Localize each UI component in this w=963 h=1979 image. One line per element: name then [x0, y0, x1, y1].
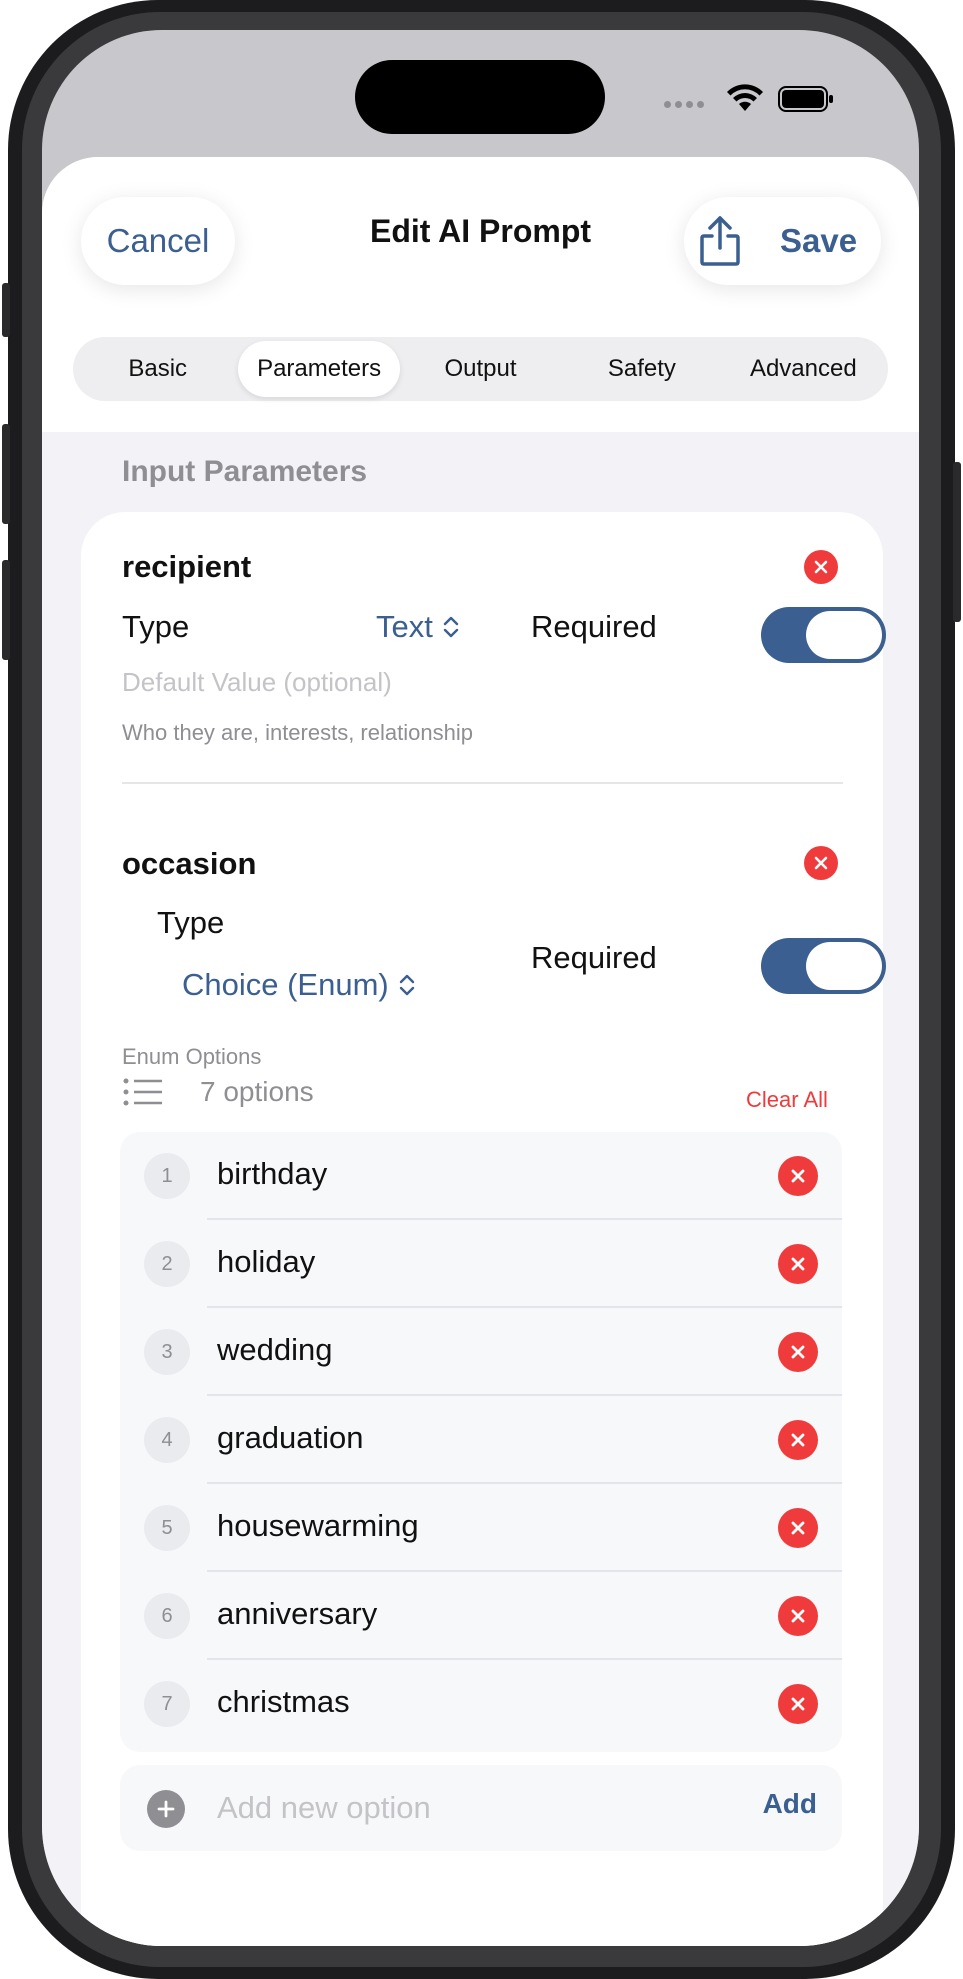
list-item: 7 christmas [120, 1660, 842, 1748]
option-value[interactable]: anniversary [217, 1596, 377, 1632]
enum-options-label: Enum Options [122, 1044, 262, 1069]
close-icon [814, 560, 828, 574]
battery-icon [778, 86, 833, 112]
cellular-signal-icon [664, 101, 704, 108]
wifi-icon [727, 84, 763, 111]
volume-down-button [2, 560, 10, 660]
list-icon [123, 1078, 162, 1106]
option-number: 7 [144, 1681, 190, 1727]
list-item: 1 birthday [120, 1132, 842, 1220]
share-icon[interactable] [698, 214, 742, 268]
param-name[interactable]: recipient [122, 549, 251, 585]
required-label: Required [531, 940, 657, 975]
delete-option-button[interactable] [778, 1156, 818, 1196]
close-icon [791, 1169, 805, 1183]
option-value[interactable]: housewarming [217, 1508, 419, 1544]
option-number: 4 [144, 1417, 190, 1463]
toggle-knob [806, 611, 882, 659]
clear-all-button[interactable]: Clear All [746, 1087, 828, 1113]
list-item: 6 anniversary [120, 1572, 842, 1660]
add-option-row: Add [120, 1765, 842, 1851]
options-count: 7 options [200, 1076, 314, 1107]
option-value[interactable]: holiday [217, 1244, 315, 1280]
chevron-up-down-icon [443, 616, 459, 638]
close-icon [791, 1433, 805, 1447]
divider [122, 782, 843, 784]
section-tabs: Basic Parameters Output Safety Advanced [73, 337, 888, 401]
param-name[interactable]: occasion [122, 846, 256, 882]
type-label: Type [122, 609, 190, 644]
toggle-knob [806, 942, 882, 990]
type-picker[interactable]: Choice (Enum) [182, 967, 415, 1003]
option-number: 5 [144, 1505, 190, 1551]
type-label: Type [157, 905, 225, 940]
option-value[interactable]: wedding [217, 1332, 332, 1368]
parameters-card: recipient Type Text Required Default Val… [81, 512, 886, 1946]
section-header: Input Parameters [122, 455, 368, 488]
delete-param-button[interactable] [804, 846, 838, 880]
list-item: 3 wedding [120, 1308, 842, 1396]
action-button [2, 283, 10, 337]
type-value: Text [376, 609, 433, 644]
edit-prompt-sheet: Cancel Edit AI Prompt Save Basic Paramet… [42, 157, 919, 1946]
option-number: 3 [144, 1329, 190, 1375]
tab-advanced[interactable]: Advanced [723, 341, 884, 397]
chevron-up-down-icon [399, 974, 414, 996]
sheet-header: Cancel Edit AI Prompt Save Basic Paramet… [42, 157, 919, 432]
screen: Cancel Edit AI Prompt Save Basic Paramet… [42, 30, 919, 1946]
close-icon [814, 856, 828, 870]
plus-icon [147, 1790, 185, 1828]
required-label: Required [531, 609, 657, 644]
volume-up-button [2, 424, 10, 524]
tab-safety[interactable]: Safety [561, 341, 722, 397]
list-item: 5 housewarming [120, 1484, 842, 1572]
delete-option-button[interactable] [778, 1508, 818, 1548]
option-number: 2 [144, 1241, 190, 1287]
tab-parameters[interactable]: Parameters [238, 341, 400, 397]
close-icon [791, 1697, 805, 1711]
close-icon [791, 1257, 805, 1271]
tab-basic[interactable]: Basic [77, 341, 238, 397]
list-item: 4 graduation [120, 1396, 842, 1484]
close-icon [791, 1521, 805, 1535]
tab-output[interactable]: Output [400, 341, 561, 397]
power-button [953, 462, 961, 622]
save-button[interactable]: Save [780, 222, 857, 260]
type-picker[interactable]: Text [376, 609, 459, 645]
delete-option-button[interactable] [778, 1684, 818, 1724]
enum-options-list: 1 birthday 2 holiday 3 wedding 4 graduat… [120, 1132, 842, 1752]
delete-option-button[interactable] [778, 1420, 818, 1460]
option-number: 1 [144, 1153, 190, 1199]
param-description[interactable]: Who they are, interests, relationship [122, 720, 473, 746]
close-icon [791, 1609, 805, 1623]
option-number: 6 [144, 1593, 190, 1639]
option-value[interactable]: birthday [217, 1156, 327, 1192]
delete-option-button[interactable] [778, 1244, 818, 1284]
add-option-button[interactable]: Add [763, 1788, 817, 1820]
close-icon [791, 1345, 805, 1359]
default-value-field[interactable]: Default Value (optional) [122, 667, 392, 698]
list-item: 2 holiday [120, 1220, 842, 1308]
delete-option-button[interactable] [778, 1596, 818, 1636]
delete-option-button[interactable] [778, 1332, 818, 1372]
dynamic-island [355, 60, 605, 134]
required-toggle[interactable] [761, 938, 886, 994]
delete-param-button[interactable] [804, 550, 838, 584]
toolbar-actions: Save [684, 197, 881, 285]
option-value[interactable]: christmas [217, 1684, 350, 1720]
type-value: Choice (Enum) [182, 967, 389, 1002]
add-option-input[interactable] [217, 1784, 697, 1832]
required-toggle[interactable] [761, 607, 886, 663]
options-count-row: 7 options [122, 1076, 314, 1108]
option-value[interactable]: graduation [217, 1420, 364, 1456]
